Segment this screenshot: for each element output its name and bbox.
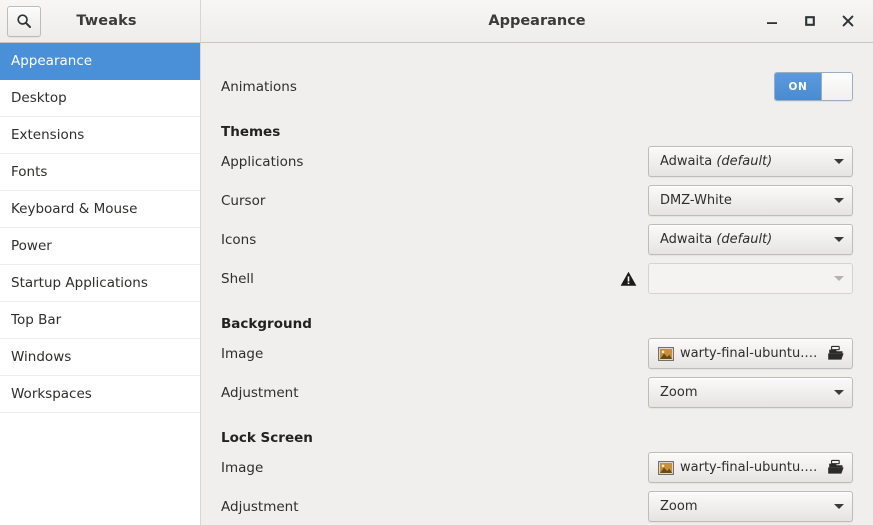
sidebar-item-top-bar[interactable]: Top Bar bbox=[0, 302, 200, 339]
close-button[interactable] bbox=[837, 10, 859, 32]
background-adjustment-label: Adjustment bbox=[221, 384, 299, 401]
row-lock-screen-image: Image warty-final-ubuntu.png bbox=[221, 448, 853, 487]
sidebar-item-appearance[interactable]: Appearance bbox=[0, 43, 200, 80]
animations-toggle[interactable]: ON bbox=[774, 72, 853, 101]
image-thumbnail-icon bbox=[658, 346, 674, 361]
sidebar-item-label: Power bbox=[11, 238, 52, 254]
sidebar-item-label: Top Bar bbox=[11, 312, 62, 328]
sidebar-item-label: Appearance bbox=[11, 53, 93, 69]
header-bar-left: Tweaks bbox=[0, 0, 201, 42]
row-theme-shell: Shell bbox=[221, 259, 853, 298]
shell-label: Shell bbox=[221, 270, 254, 287]
background-image-file-button[interactable]: warty-final-ubuntu.png bbox=[648, 338, 853, 369]
animations-control: ON bbox=[648, 72, 853, 101]
section-themes: Themes bbox=[221, 111, 853, 142]
row-animations: Animations ON bbox=[221, 67, 853, 106]
cursor-theme-value: DMZ-White bbox=[660, 193, 732, 208]
search-icon bbox=[16, 13, 32, 29]
shell-control bbox=[620, 263, 853, 294]
maximize-icon bbox=[803, 14, 817, 28]
sidebar-item-label: Windows bbox=[11, 349, 72, 365]
open-folder-icon bbox=[827, 345, 845, 362]
lock-screen-image-filename: warty-final-ubuntu.png bbox=[680, 460, 821, 475]
maximize-button[interactable] bbox=[799, 10, 821, 32]
chevron-down-icon bbox=[834, 504, 844, 509]
applications-theme-value: Adwaita (default) bbox=[660, 154, 773, 169]
chevron-down-icon bbox=[834, 276, 844, 281]
background-image-filename: warty-final-ubuntu.png bbox=[680, 346, 821, 361]
chevron-down-icon bbox=[834, 198, 844, 203]
chevron-down-icon bbox=[834, 390, 844, 395]
minimize-icon bbox=[765, 14, 779, 28]
sidebar: Appearance Desktop Extensions Fonts Keyb… bbox=[0, 43, 201, 525]
sidebar-item-startup-applications[interactable]: Startup Applications bbox=[0, 265, 200, 302]
sidebar-item-label: Extensions bbox=[11, 127, 85, 143]
cursor-theme-dropdown[interactable]: DMZ-White bbox=[648, 185, 853, 216]
background-adjustment-control: Zoom bbox=[648, 377, 853, 408]
row-lock-screen-adjustment: Adjustment Zoom bbox=[221, 487, 853, 525]
row-theme-icons: Icons Adwaita (default) bbox=[221, 220, 853, 259]
sidebar-item-desktop[interactable]: Desktop bbox=[0, 80, 200, 117]
settings-content: Animations ON Themes Applications Adwait… bbox=[201, 43, 873, 525]
lock-screen-section-label: Lock Screen bbox=[221, 430, 313, 446]
sidebar-item-label: Workspaces bbox=[11, 386, 92, 402]
sidebar-item-label: Startup Applications bbox=[11, 275, 148, 291]
chevron-down-icon bbox=[834, 237, 844, 242]
lock-screen-image-control: warty-final-ubuntu.png bbox=[648, 452, 853, 483]
section-lock-screen: Lock Screen bbox=[221, 417, 853, 448]
cursor-control: DMZ-White bbox=[648, 185, 853, 216]
row-theme-cursor: Cursor DMZ-White bbox=[221, 181, 853, 220]
sidebar-item-label: Keyboard & Mouse bbox=[11, 201, 138, 217]
themes-section-label: Themes bbox=[221, 124, 281, 140]
applications-label: Applications bbox=[221, 153, 304, 170]
sidebar-item-fonts[interactable]: Fonts bbox=[0, 154, 200, 191]
animations-label: Animations bbox=[221, 78, 297, 95]
cursor-label: Cursor bbox=[221, 192, 266, 209]
lock-screen-adjustment-label: Adjustment bbox=[221, 498, 299, 515]
window-controls bbox=[761, 10, 873, 32]
lock-screen-adjustment-control: Zoom bbox=[648, 491, 853, 522]
icons-theme-value: Adwaita (default) bbox=[660, 232, 773, 247]
toggle-on-label: ON bbox=[775, 73, 821, 100]
toggle-knob bbox=[821, 73, 852, 100]
lock-screen-adjustment-value: Zoom bbox=[660, 499, 698, 514]
icons-label: Icons bbox=[221, 231, 257, 248]
background-section-label: Background bbox=[221, 316, 312, 332]
background-adjustment-value: Zoom bbox=[660, 385, 698, 400]
app-title: Tweaks bbox=[76, 13, 137, 29]
lock-screen-image-file-button[interactable]: warty-final-ubuntu.png bbox=[648, 452, 853, 483]
background-image-control: warty-final-ubuntu.png bbox=[648, 338, 853, 369]
icons-theme-dropdown[interactable]: Adwaita (default) bbox=[648, 224, 853, 255]
warning-icon bbox=[620, 271, 637, 287]
minimize-button[interactable] bbox=[761, 10, 783, 32]
sidebar-item-windows[interactable]: Windows bbox=[0, 339, 200, 376]
sidebar-item-label: Desktop bbox=[11, 90, 67, 106]
open-folder-icon bbox=[827, 459, 845, 476]
chevron-down-icon bbox=[834, 159, 844, 164]
icons-control: Adwaita (default) bbox=[648, 224, 853, 255]
sidebar-item-label: Fonts bbox=[11, 164, 48, 180]
row-background-adjustment: Adjustment Zoom bbox=[221, 373, 853, 412]
row-theme-applications: Applications Adwaita (default) bbox=[221, 142, 853, 181]
lock-screen-adjustment-dropdown[interactable]: Zoom bbox=[648, 491, 853, 522]
shell-theme-dropdown[interactable] bbox=[648, 263, 853, 294]
search-button[interactable] bbox=[7, 5, 41, 37]
applications-control: Adwaita (default) bbox=[648, 146, 853, 177]
header-bar-right: Appearance bbox=[201, 0, 873, 42]
applications-theme-dropdown[interactable]: Adwaita (default) bbox=[648, 146, 853, 177]
image-thumbnail-icon bbox=[658, 460, 674, 475]
section-background: Background bbox=[221, 303, 853, 334]
sidebar-item-workspaces[interactable]: Workspaces bbox=[0, 376, 200, 413]
close-icon bbox=[841, 14, 855, 28]
background-image-label: Image bbox=[221, 345, 264, 362]
window-body: Appearance Desktop Extensions Fonts Keyb… bbox=[0, 43, 873, 525]
row-background-image: Image warty-final-ubuntu.png bbox=[221, 334, 853, 373]
tweaks-window: Tweaks Appearance Appearance Desktop Ext… bbox=[0, 0, 873, 525]
background-adjustment-dropdown[interactable]: Zoom bbox=[648, 377, 853, 408]
sidebar-item-extensions[interactable]: Extensions bbox=[0, 117, 200, 154]
sidebar-item-keyboard-mouse[interactable]: Keyboard & Mouse bbox=[0, 191, 200, 228]
sidebar-item-power[interactable]: Power bbox=[0, 228, 200, 265]
header-bar: Tweaks Appearance bbox=[0, 0, 873, 43]
lock-screen-image-label: Image bbox=[221, 459, 264, 476]
